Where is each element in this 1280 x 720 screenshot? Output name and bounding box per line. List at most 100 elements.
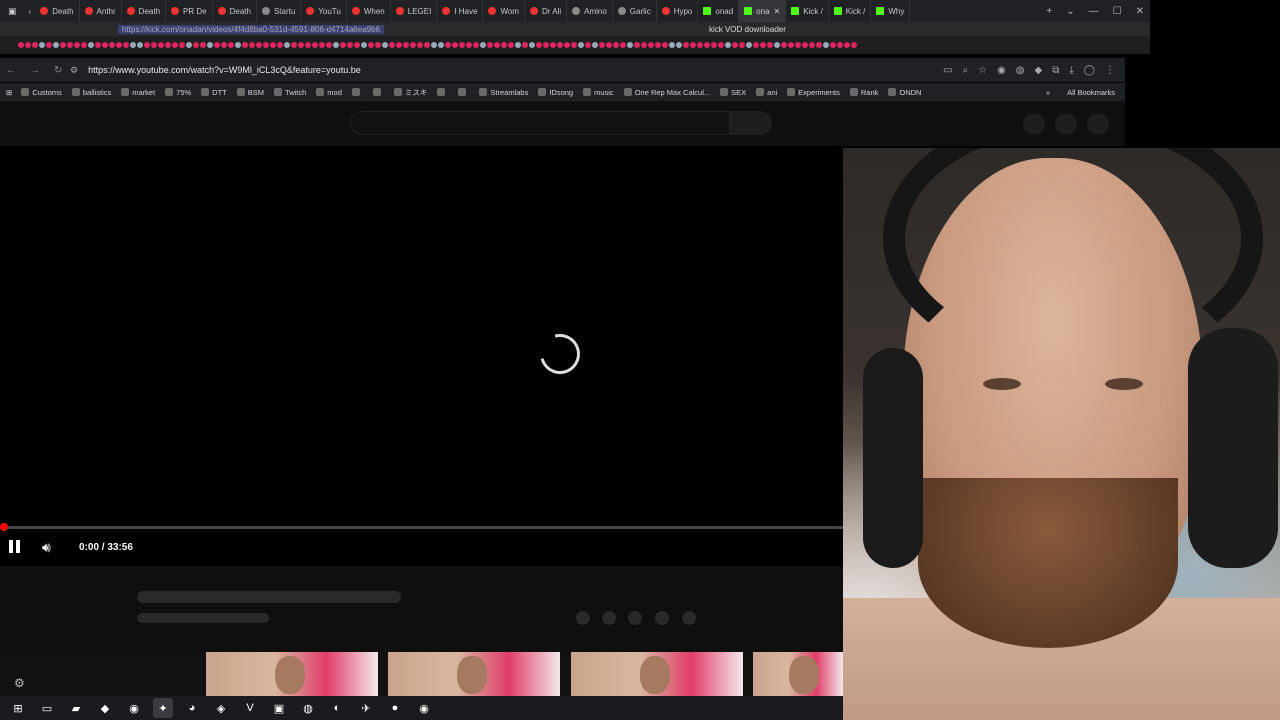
progress-scrubber[interactable] (0, 523, 8, 531)
pinned-site-icon[interactable] (494, 42, 500, 48)
pause-button[interactable] (9, 540, 23, 554)
pinned-site-icon[interactable] (753, 42, 759, 48)
pinned-site-icon[interactable] (585, 42, 591, 48)
pinned-site-icon[interactable] (81, 42, 87, 48)
tab-dropdown-icon[interactable]: ⌄ (1066, 6, 1074, 17)
pinned-site-icon[interactable] (557, 42, 563, 48)
pinned-site-icon[interactable] (452, 42, 458, 48)
bookmark-item[interactable]: Experiments (782, 88, 845, 97)
pinned-site-icon[interactable] (578, 42, 584, 48)
pinned-site-icon[interactable] (599, 42, 605, 48)
pinned-site-icon[interactable] (270, 42, 276, 48)
pinned-site-icon[interactable] (389, 42, 395, 48)
browser-tab[interactable]: Kick / (786, 0, 829, 22)
pinned-site-icon[interactable] (529, 42, 535, 48)
pinned-site-icon[interactable] (60, 42, 66, 48)
pinned-site-icon[interactable] (235, 42, 241, 48)
bookmark-item[interactable]: market (116, 88, 160, 97)
video-thumbnail[interactable] (571, 652, 743, 696)
taskbar-app-blue-icon[interactable]: ▣ (269, 698, 289, 718)
taskbar-app-pink-icon[interactable]: ◐ (327, 698, 347, 718)
pinned-site-icon[interactable] (144, 42, 150, 48)
taskbar-app-active-icon[interactable]: ✦ (153, 698, 173, 718)
pinned-site-icon[interactable] (291, 42, 297, 48)
pinned-site-icon[interactable] (312, 42, 318, 48)
browser-tab[interactable]: onad (698, 0, 740, 22)
taskbar-folder-icon[interactable]: ▰ (66, 698, 86, 718)
browser-tab[interactable]: When (347, 0, 391, 22)
pinned-site-icon[interactable] (382, 42, 388, 48)
cast-icon[interactable]: ▭ (943, 65, 952, 76)
bookmark-item[interactable]: IDsong (533, 88, 578, 97)
all-bookmarks-button[interactable]: All Bookmarks (1062, 88, 1125, 97)
header-action-placeholder[interactable] (1055, 113, 1077, 135)
bookmark-item[interactable]: ONDN (883, 88, 926, 97)
pinned-site-icon[interactable] (186, 42, 192, 48)
browser-tab[interactable]: Dr Ali (525, 0, 568, 22)
pinned-site-icon[interactable] (844, 42, 850, 48)
volume-icon[interactable]: 🔊︎ (42, 539, 51, 556)
pinned-site-icon[interactable] (739, 42, 745, 48)
bookmark-item[interactable]: Streamlabs (474, 88, 533, 97)
taskbar-app-red-icon[interactable]: ◉ (414, 698, 434, 718)
bookmark-item[interactable]: Twitch (269, 88, 311, 97)
pinned-site-icon[interactable] (109, 42, 115, 48)
bookmark-item[interactable] (368, 88, 389, 96)
pinned-site-icon[interactable] (466, 42, 472, 48)
bookmark-item[interactable]: ballistics (67, 88, 116, 97)
bookmark-item[interactable] (453, 88, 474, 96)
taskbar-start-icon[interactable]: ⊞ (8, 698, 28, 718)
tab-actions-icon[interactable]: ▣ (0, 6, 25, 17)
pinned-site-icon[interactable] (263, 42, 269, 48)
pinned-site-icon[interactable] (361, 42, 367, 48)
pinned-site-icon[interactable] (242, 42, 248, 48)
pinned-site-icon[interactable] (690, 42, 696, 48)
pinned-site-icon[interactable] (214, 42, 220, 48)
taskbar-file-manager-icon[interactable]: ▭ (37, 698, 57, 718)
pinned-site-icon[interactable] (102, 42, 108, 48)
pinned-site-icon[interactable] (200, 42, 206, 48)
browser-tab[interactable]: Hypo (657, 0, 699, 22)
browser-tab[interactable]: Amino (567, 0, 613, 22)
pinned-site-icon[interactable] (459, 42, 465, 48)
search-input[interactable] (350, 111, 730, 135)
pinned-site-icon[interactable] (354, 42, 360, 48)
pinned-site-icon[interactable] (417, 42, 423, 48)
pinned-site-icon[interactable] (767, 42, 773, 48)
maximize-button[interactable]: ☐ (1113, 6, 1122, 17)
pinned-site-icon[interactable] (746, 42, 752, 48)
pinned-site-icon[interactable] (837, 42, 843, 48)
pinned-site-icon[interactable] (515, 42, 521, 48)
pinned-site-icon[interactable] (571, 42, 577, 48)
close-window-button[interactable]: ✕ (1136, 6, 1144, 17)
pinned-site-icon[interactable] (851, 42, 857, 48)
pinned-site-icon[interactable] (536, 42, 542, 48)
pinned-site-icon[interactable] (662, 42, 668, 48)
browser-tab[interactable]: Wom (483, 0, 525, 22)
bookmark-item[interactable]: ミスキ (389, 87, 433, 98)
extension-icon[interactable]: ◉ (997, 65, 1006, 76)
pinned-site-icon[interactable] (809, 42, 815, 48)
pinned-site-icon[interactable] (431, 42, 437, 48)
browser-tab[interactable]: Kick / (829, 0, 872, 22)
pinned-site-icon[interactable] (39, 42, 45, 48)
pinned-site-icon[interactable] (347, 42, 353, 48)
pinned-site-icon[interactable] (193, 42, 199, 48)
bookmark-item[interactable]: 75% (160, 88, 196, 97)
pinned-site-icon[interactable] (627, 42, 633, 48)
forward-icon[interactable]: → (30, 65, 40, 76)
bookmark-item[interactable]: BSM (232, 88, 269, 97)
search-button[interactable] (730, 111, 772, 135)
back-icon[interactable]: ← (6, 65, 16, 76)
pinned-site-icon[interactable] (802, 42, 808, 48)
pinned-site-icon[interactable] (298, 42, 304, 48)
browser-tab[interactable]: I Have (437, 0, 484, 22)
pinned-site-icon[interactable] (130, 42, 136, 48)
pinned-site-icon[interactable] (816, 42, 822, 48)
pinned-site-icon[interactable] (305, 42, 311, 48)
pinned-site-icon[interactable] (550, 42, 556, 48)
bookmark-item[interactable]: SEX (715, 88, 751, 97)
pinned-site-icon[interactable] (634, 42, 640, 48)
pinned-site-icon[interactable] (543, 42, 549, 48)
pinned-site-icon[interactable] (445, 42, 451, 48)
